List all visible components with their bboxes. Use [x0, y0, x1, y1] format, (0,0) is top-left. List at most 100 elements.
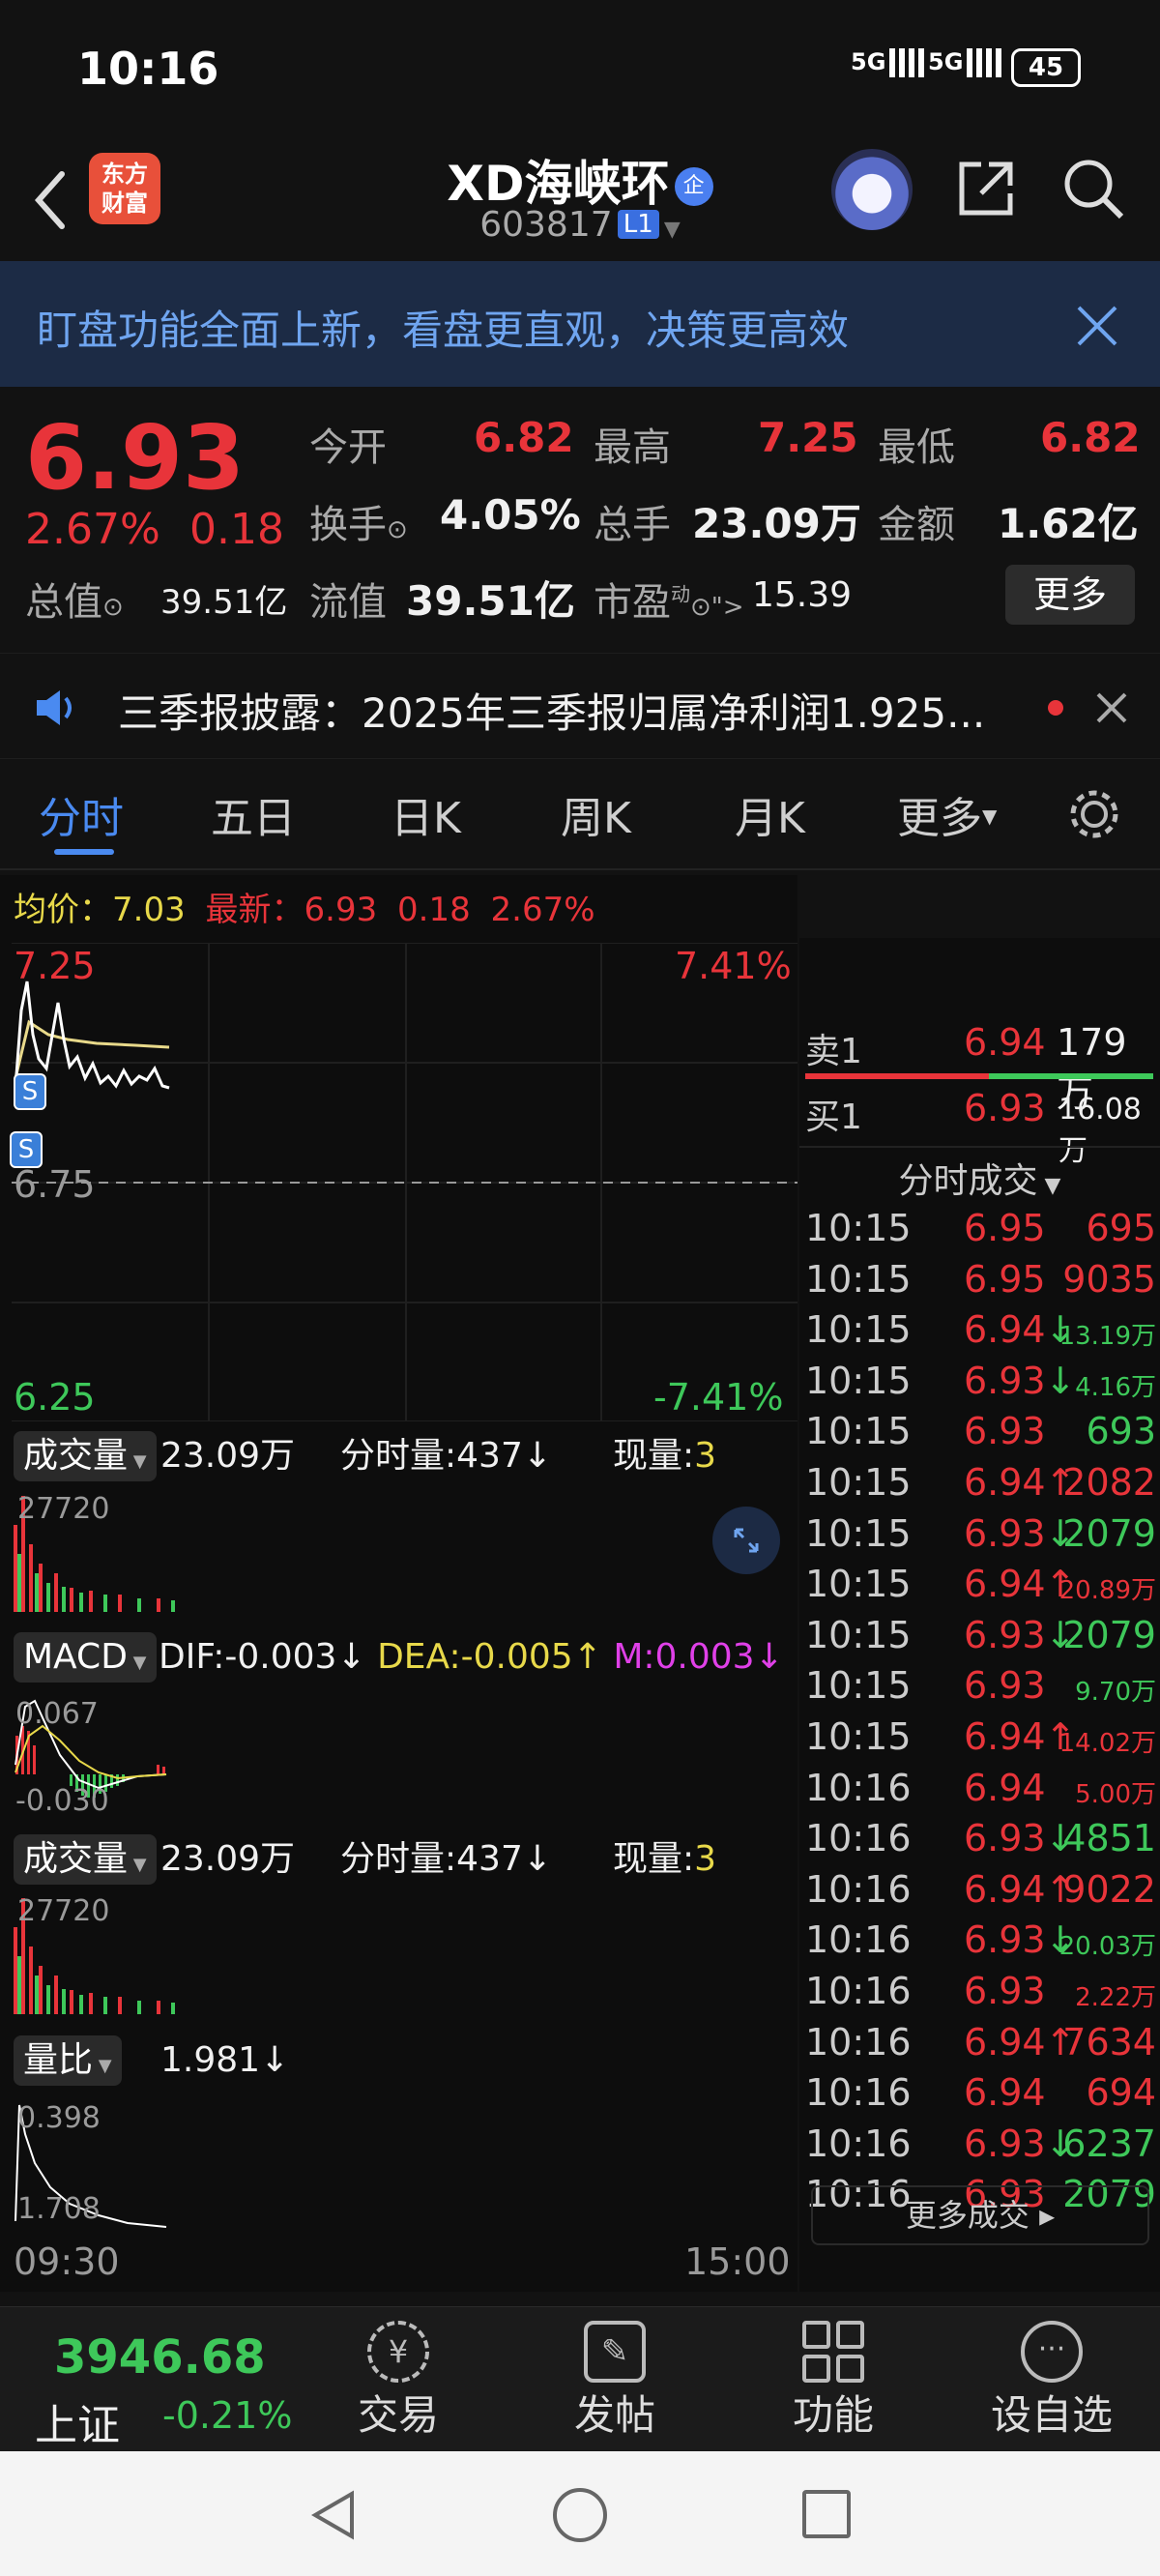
- grid-icon: [802, 2321, 864, 2383]
- volume-value: 23.09万: [692, 500, 861, 547]
- price-chart[interactable]: [0, 943, 798, 1421]
- close-icon[interactable]: [1094, 690, 1129, 725]
- volume-axis-label-2: 27720: [17, 1894, 110, 1928]
- trade-row: 10:15 6.94 ↓ 13.19万: [799, 1308, 1160, 1359]
- more-dots-icon: ···: [1021, 2321, 1083, 2383]
- macd-indicator-select[interactable]: MACD ▼: [14, 1632, 157, 1683]
- buy1-price: 6.93: [964, 1087, 1046, 1129]
- fenshi-trades-title[interactable]: 分时成交 ▼: [799, 1153, 1160, 1203]
- trade-volume: 695: [1086, 1207, 1156, 1249]
- trade-row: 10:15 6.94 ↑ 14.02万: [799, 1715, 1160, 1766]
- trade-volume: 7634: [1062, 2020, 1156, 2064]
- trade-row: 10:15 6.93 ↓ 2079: [799, 1512, 1160, 1563]
- trade-volume: 20.89万: [1058, 1576, 1156, 1606]
- unread-dot: [1048, 700, 1063, 716]
- pe-label: 市盈动⊙">: [594, 580, 744, 625]
- trade-time: 10:16: [805, 1918, 912, 1962]
- trade-row: 10:15 6.93 9.70万: [799, 1664, 1160, 1714]
- trade-volume: 14.02万: [1058, 1729, 1156, 1758]
- nav-trade[interactable]: ¥ 交易: [302, 2307, 495, 2442]
- trade-price: 6.93: [964, 1511, 1046, 1555]
- trade-price: 6.93: [964, 2122, 1046, 2165]
- trade-price: 6.95: [964, 1257, 1046, 1301]
- expand-icon[interactable]: [712, 1507, 780, 1574]
- trade-price: 6.93: [964, 1918, 1046, 1962]
- buy-ratio-bar: [989, 1073, 1153, 1079]
- trade-row: 10:15 6.93 ↓ 4.16万: [799, 1360, 1160, 1410]
- trade-arrow: ↓: [1045, 1359, 1076, 1402]
- trade-row: 10:16 6.94 ↑ 7634: [799, 2021, 1160, 2071]
- open-label: 今开: [309, 425, 387, 470]
- trade-volume: 20.03万: [1058, 1932, 1156, 1962]
- trade-time: 10:15: [805, 1257, 912, 1301]
- volume-axis-label: 27720: [17, 1492, 110, 1526]
- back-triangle-icon[interactable]: [307, 2488, 362, 2542]
- volume-bars-2: [14, 1898, 175, 2014]
- more-trades-button[interactable]: 更多成交 ▸: [811, 2185, 1149, 2245]
- news-ticker[interactable]: 三季报披露：2025年三季报归属净利润1.925...: [0, 653, 1160, 759]
- volume-total-2: 23.09万: [160, 1839, 296, 1879]
- share-icon[interactable]: [952, 155, 1020, 222]
- tab-five-day[interactable]: 五日: [211, 783, 296, 845]
- macd-axis-bottom: -0.030: [15, 1784, 109, 1818]
- last-price: 6.93: [25, 406, 245, 510]
- trade-time: 10:15: [805, 1359, 912, 1402]
- recents-square-icon[interactable]: [802, 2490, 851, 2538]
- feature-banner[interactable]: 盯盘功能全面上新，看盘更直观，决策更高效: [0, 261, 1160, 387]
- signal-5g-2: 5G: [928, 48, 1010, 77]
- trade-row: 10:15 6.93 ↓ 2079: [799, 1614, 1160, 1664]
- trade-row: 10:16 6.93 ↓ 20.03万: [799, 1918, 1160, 1969]
- trade-time: 10:15: [805, 1207, 912, 1249]
- trade-time: 10:15: [805, 1664, 912, 1708]
- tab-week-k[interactable]: 周K: [561, 783, 631, 845]
- trade-price: 6.93: [964, 1664, 1046, 1708]
- tab-fenshi[interactable]: 分时: [39, 783, 124, 845]
- nav-functions[interactable]: 功能: [737, 2307, 930, 2442]
- volume-indicator-select-2[interactable]: 成交量 ▼: [14, 1834, 157, 1885]
- edit-icon: ✎: [584, 2321, 646, 2383]
- tab-more[interactable]: 更多▼: [897, 783, 997, 845]
- period-tabs: 分时 五日 日K 周K 月K 更多▼: [0, 764, 1160, 870]
- assistant-robot-icon[interactable]: [831, 149, 913, 230]
- nav-post[interactable]: ✎ 发帖: [518, 2307, 711, 2442]
- chart-area: 均价：7.03 最新：6.93 0.18 2.67% S S 7.25 6.75…: [0, 875, 798, 2292]
- trade-volume: 2079: [1062, 1613, 1156, 1656]
- ratio-axis-bottom: 1.708: [17, 2192, 101, 2226]
- float-label: 流值: [309, 580, 387, 625]
- trade-row: 10:16 6.94 694: [799, 2071, 1160, 2122]
- index-name[interactable]: 上证: [35, 2390, 120, 2452]
- low-label: 最低: [878, 425, 955, 470]
- trade-row: 10:16 6.94 ↑ 9022: [799, 1868, 1160, 1918]
- trade-volume: 2079: [1062, 1511, 1156, 1555]
- trade-row: 10:16 6.94 5.00万: [799, 1767, 1160, 1817]
- level-badge[interactable]: L1: [617, 210, 659, 239]
- tab-month-k[interactable]: 月K: [735, 783, 805, 845]
- nav-watchlist[interactable]: ··· 设自选: [955, 2307, 1148, 2442]
- y-axis-mid: 6.75: [14, 1163, 96, 1206]
- gear-icon[interactable]: [1065, 785, 1123, 843]
- index-value[interactable]: 3946.68: [54, 2330, 266, 2385]
- ratio-indicator-select[interactable]: 量比 ▼: [14, 2035, 122, 2086]
- trade-price: 6.94: [964, 1766, 1046, 1809]
- trade-row: 10:15 6.94 ↑ 20.89万: [799, 1563, 1160, 1613]
- trade-time: 10:15: [805, 1613, 912, 1656]
- y-axis-top: 7.25: [14, 945, 96, 987]
- volume-bars: [14, 1496, 175, 1612]
- chevron-down-icon[interactable]: ▼: [664, 218, 681, 242]
- close-icon[interactable]: [1073, 302, 1121, 350]
- trade-volume: 5.00万: [1075, 1779, 1156, 1809]
- trade-volume: 4.16万: [1075, 1372, 1156, 1402]
- status-time: 10:16: [77, 43, 219, 95]
- more-button[interactable]: 更多: [1005, 565, 1135, 625]
- home-circle-icon[interactable]: [553, 2488, 607, 2542]
- macd-readout: DIF:-0.003↓ DEA:-0.005↑ M:0.003↓: [159, 1637, 784, 1677]
- trade-row: 10:16 6.93 ↓ 6237: [799, 2122, 1160, 2173]
- volume-indicator-select[interactable]: 成交量 ▼: [14, 1431, 157, 1481]
- time-axis-end: 15:00: [684, 2240, 791, 2283]
- trade-time: 10:15: [805, 1308, 912, 1352]
- high-label: 最高: [594, 425, 671, 470]
- total-value: 39.51亿: [160, 583, 288, 622]
- search-icon[interactable]: [1059, 155, 1127, 222]
- tab-day-k[interactable]: 日K: [391, 783, 461, 845]
- trade-price: 6.93: [964, 1970, 1046, 2012]
